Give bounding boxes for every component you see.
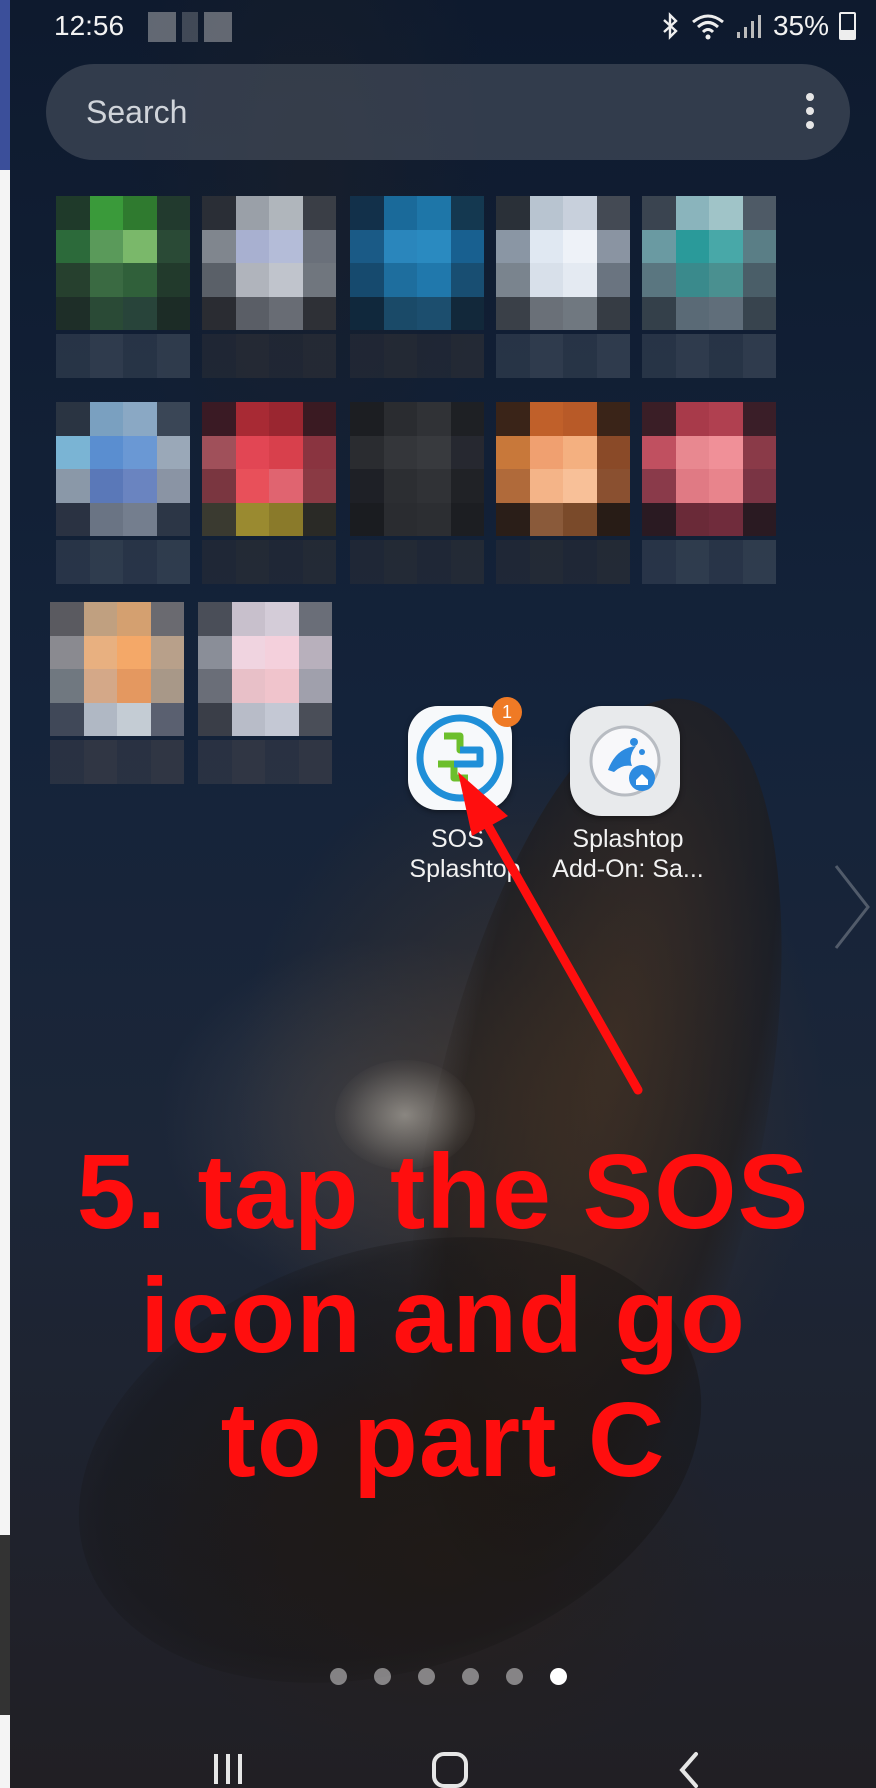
navigation-bar [10,1740,876,1788]
app-splashtop-addon[interactable]: Splashtop Add-On: Sa... [552,700,704,890]
app-label-line: Splashtop [572,825,684,853]
status-right-group: 35% [661,10,856,42]
annotation-line: 5. tap the SOS [76,1133,810,1251]
battery-icon [839,12,856,40]
search-placeholder: Search [86,94,188,130]
blurred-app-icon[interactable] [350,402,484,536]
instruction-annotation: 5. tap the SOS icon and go to part C [10,1130,876,1502]
blurred-app-label [642,334,776,378]
search-bar[interactable]: Search [46,64,850,160]
wifi-icon [692,14,724,40]
blurred-app-label [350,334,484,378]
app-sos-splashtop[interactable]: 1 SOS - Splashtop [400,697,530,890]
blurred-app-icon[interactable] [198,602,332,736]
back-icon[interactable] [650,1740,730,1788]
page-dot[interactable] [418,1668,435,1685]
home-screen: 12:56 35% Search 1 SOS - Splashtop Splas… [10,0,876,1788]
chevron-right-icon[interactable] [830,862,874,952]
notification-icons-blurred [148,12,232,42]
page-dot[interactable] [506,1668,523,1685]
blurred-app-icon[interactable] [50,602,184,736]
blurred-app-icon[interactable] [496,402,630,536]
blurred-app-icon[interactable] [642,402,776,536]
splashtop-addon-icon[interactable] [570,706,680,816]
page-dot[interactable] [330,1668,347,1685]
edge-blue-strip [0,0,10,170]
edge-gray-strip [0,1535,10,1715]
app-label-line: Add-On: Sa... [552,855,704,883]
annotation-line: to part C [220,1381,666,1499]
app-label-splashtop: Splashtop Add-On: Sa... [543,824,713,884]
blurred-app-label [202,334,336,378]
blurred-app-label [198,740,332,784]
notification-icon [204,12,232,42]
blurred-app-label [496,540,630,584]
page-indicator[interactable] [330,1668,567,1685]
splashtop-logo [589,725,661,797]
window-left-edge [0,0,10,1788]
recent-apps-icon[interactable] [190,1740,270,1788]
battery-percent: 35% [772,10,829,41]
notification-icon [182,12,198,42]
blurred-app-label [56,334,190,378]
blurred-app-icon[interactable] [202,196,336,330]
blurred-app-icon[interactable] [642,196,776,330]
page-dot[interactable] [462,1668,479,1685]
page-dot[interactable] [550,1668,567,1685]
blurred-app-label [202,540,336,584]
blurred-app-icon[interactable] [496,196,630,330]
blurred-app-icon[interactable] [350,196,484,330]
annotation-line: icon and go [140,1257,746,1375]
app-label-line: SOS - [430,825,500,853]
blurred-app-label [50,740,184,784]
home-icon[interactable] [410,1740,490,1788]
status-bar: 12:56 35% [10,0,876,56]
blurred-app-label [496,334,630,378]
blurred-app-label [56,540,190,584]
status-time: 12:56 [54,10,125,41]
blurred-app-icon[interactable] [56,402,190,536]
signal-icon [736,15,761,38]
app-label-line: Splashtop [409,855,521,883]
app-label-sos: SOS - Splashtop [380,824,550,884]
blurred-app-icon[interactable] [202,402,336,536]
page-dot[interactable] [374,1668,391,1685]
notification-badge: 1 [492,697,522,727]
notification-icon [148,12,176,42]
blurred-app-icon[interactable] [56,196,190,330]
blurred-app-label [350,540,484,584]
blurred-app-label [642,540,776,584]
bluetooth-icon [663,12,678,40]
more-vertical-icon[interactable] [804,90,816,134]
